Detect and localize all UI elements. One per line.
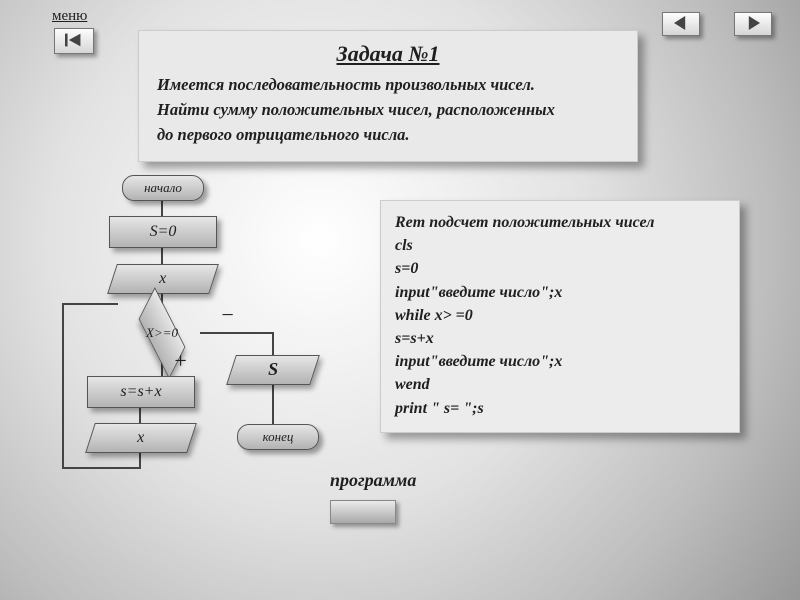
branch-positive-label: + [173, 348, 188, 374]
flow-start: начало [122, 175, 204, 201]
program-button[interactable] [330, 500, 396, 524]
code-l4: input"введите число";x [395, 281, 725, 304]
code-l5: while x> =0 [395, 304, 725, 327]
code-l3: s=0 [395, 257, 725, 280]
branch-negative-label: − [220, 302, 235, 328]
code-l8: wend [395, 373, 725, 396]
flow-input-2: x [85, 423, 197, 453]
code-l1: Rem подсчет положительных чисел [395, 211, 725, 234]
connector [272, 385, 274, 425]
flow-decision-label: X>=0 [115, 325, 209, 341]
connector [62, 303, 64, 469]
triangle-left-icon [674, 16, 688, 30]
task-panel: Задача №1 Имеется последовательность про… [138, 30, 638, 162]
prev-slide-button[interactable] [662, 12, 700, 36]
flow-end: конец [237, 424, 319, 450]
code-l7: input"введите число";x [395, 350, 725, 373]
connector [62, 303, 118, 305]
code-panel: Rem подсчет положительных чисел cls s=0 … [380, 200, 740, 433]
connector [272, 332, 274, 357]
task-line-2: Найти сумму положительных чисел, располо… [157, 98, 619, 123]
flow-init: S=0 [109, 216, 217, 248]
triangle-right-icon [746, 16, 760, 30]
task-title: Задача №1 [157, 41, 619, 67]
menu-home-button[interactable] [54, 28, 94, 54]
flow-input-1: x [107, 264, 219, 294]
code-l9: print " s= ";s [395, 397, 725, 420]
code-l2: cls [395, 234, 725, 257]
flow-output: S [226, 355, 320, 385]
skip-start-icon [65, 33, 83, 47]
connector [200, 332, 274, 334]
menu-link[interactable]: меню [52, 8, 87, 25]
task-line-3: до первого отрицательного числа. [157, 123, 619, 148]
next-slide-button[interactable] [734, 12, 772, 36]
program-label: программа [330, 470, 416, 491]
code-l6: s=s+x [395, 327, 725, 350]
flow-sum: s=s+x [87, 376, 195, 408]
task-line-1: Имеется последовательность произвольных … [157, 73, 619, 98]
connector [62, 467, 141, 469]
flow-decision: X>=0 [115, 312, 209, 352]
connector [139, 406, 141, 423]
